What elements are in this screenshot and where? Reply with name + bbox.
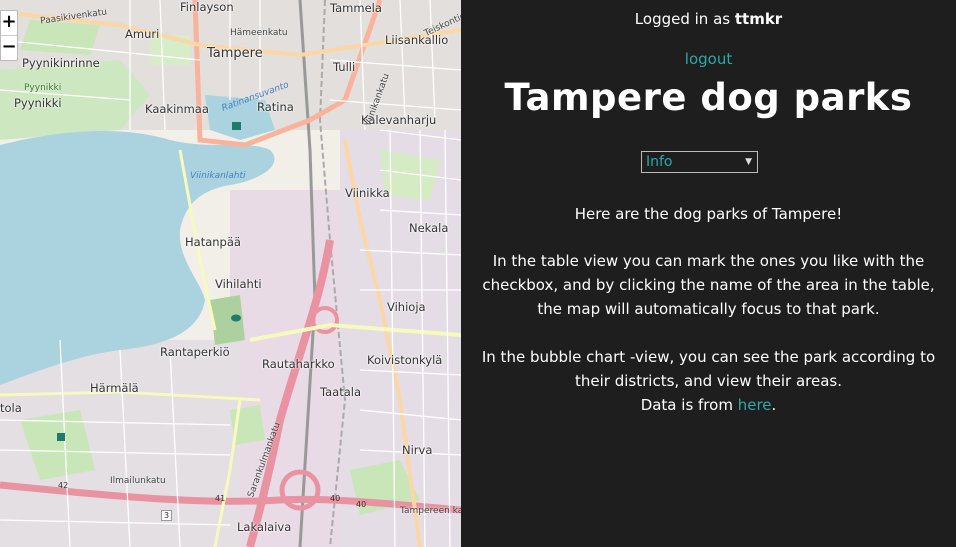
map-place-label: Vihioja [387, 300, 426, 314]
data-source-suffix: . [771, 396, 777, 414]
map-place-label: Vihilahti [215, 277, 262, 291]
map-road-number: 40 [330, 494, 341, 503]
map-place-label: Hatanpää [185, 235, 241, 249]
map-place-label: Ratina [257, 100, 294, 114]
map-place-label: Nirva [402, 443, 433, 457]
map-place-label: Härmälä [90, 381, 139, 395]
map-place-label: tola [0, 401, 22, 415]
logout-link[interactable]: logout [461, 50, 956, 68]
map-place-label: Finlayson [180, 0, 234, 14]
zoom-control: + − [0, 10, 18, 61]
map-place-label: Taatala [320, 385, 362, 399]
map-place-label: Koivistonkylä [367, 353, 443, 367]
map-tiles [0, 0, 461, 547]
view-select-value: Info [646, 154, 673, 170]
zoom-in-button[interactable]: + [1, 11, 17, 35]
map-street-label: Tampereen kaine [400, 506, 461, 516]
info-data-source: Data is from here. [461, 393, 956, 417]
data-source-prefix: Data is from [640, 396, 738, 414]
map-road-number: 41 [215, 494, 226, 503]
chevron-down-icon: ▼ [745, 157, 752, 167]
map-place-label: Rautaharkko [262, 357, 335, 371]
logged-in-prefix: Logged in as [634, 10, 735, 28]
page-title: Tampere dog parks [504, 76, 913, 119]
info-intro: Here are the dog parks of Tampere! [574, 205, 843, 223]
view-select[interactable]: Info ▼ [641, 151, 758, 173]
map-place-label: Tulli [333, 60, 356, 74]
map[interactable]: + − Finlayson Tammela Amuri Tampere Tull… [0, 0, 461, 547]
data-source-link[interactable]: here [738, 396, 772, 414]
username: ttmkr [734, 10, 783, 28]
info-bubble-view: In the bubble chart -view, you can see t… [481, 348, 936, 390]
map-place-label: Kaakinmaa [145, 102, 209, 116]
map-road-number: 40 [356, 500, 367, 509]
map-street-label: Hämeenkatu [230, 28, 288, 38]
map-place-label: Pyynikinrinne [22, 56, 100, 70]
map-place-label: Tampere [207, 46, 263, 61]
map-place-label: Tammela [330, 1, 382, 15]
zoom-out-button[interactable]: − [1, 35, 17, 60]
map-place-label: Pyynikki [14, 96, 62, 110]
map-road-number: 42 [58, 481, 69, 490]
map-place-label: Liisankallio [385, 33, 449, 47]
map-road-number: 3 [161, 510, 173, 521]
map-park-label: Pyynikki [24, 83, 62, 93]
map-place-label: Nekala [409, 221, 449, 235]
map-place-label: Amuri [125, 27, 160, 41]
map-street-label: Ilmailunkatu [110, 476, 166, 486]
map-water-label: Viinikanlahti [190, 171, 246, 181]
map-place-label: Rantaperkiö [160, 345, 230, 359]
login-status: Logged in as ttmkr [461, 10, 956, 28]
info-table-view: In the table view you can mark the ones … [482, 252, 935, 318]
info-panel: Logged in as ttmkr logout Tampere dog pa… [461, 0, 956, 547]
map-place-label: Viinikka [345, 186, 390, 200]
map-place-label: Lakalaiva [237, 520, 292, 534]
